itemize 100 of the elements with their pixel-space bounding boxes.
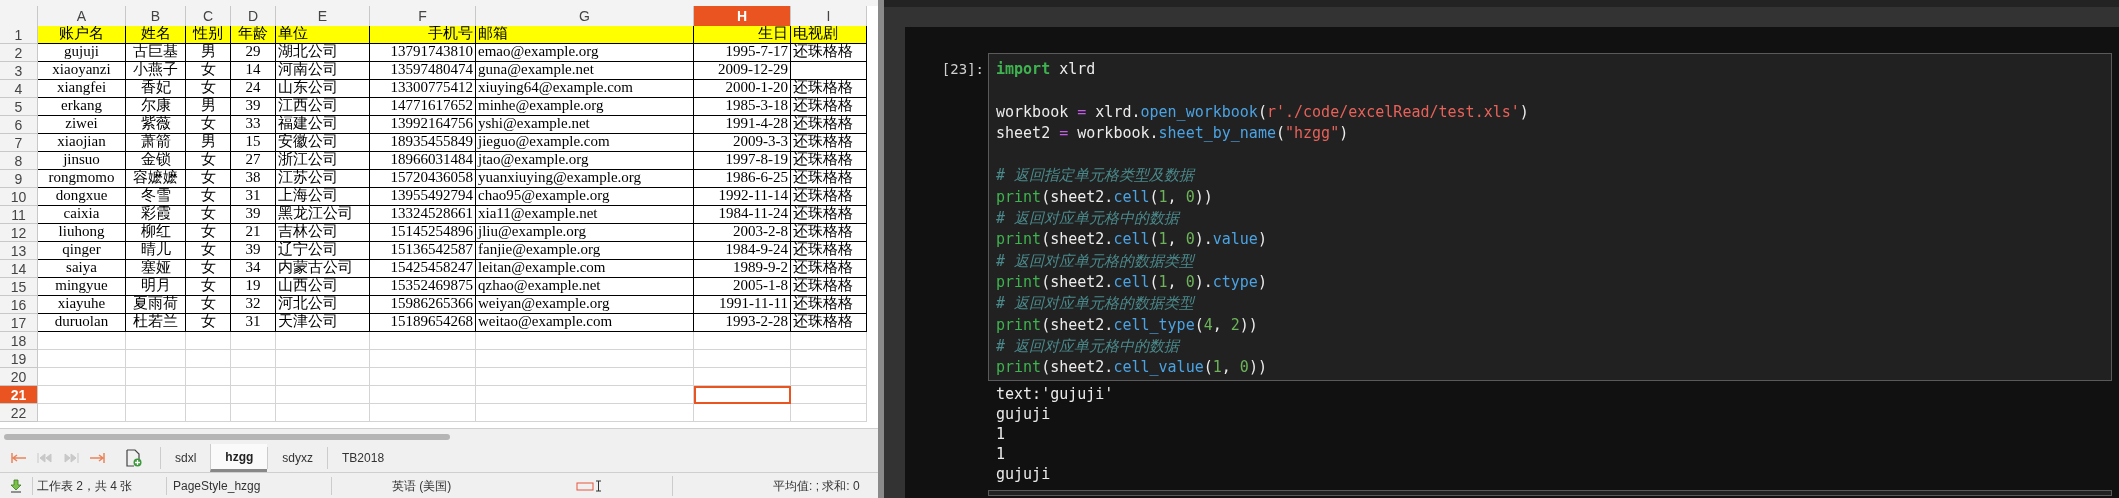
next-code-cell[interactable] <box>988 490 2112 496</box>
empty-cell <box>231 332 276 350</box>
row-header[interactable]: 3 <box>0 62 38 80</box>
empty-cell <box>126 368 186 386</box>
row-header[interactable]: 14 <box>0 260 38 278</box>
table-cell: 14 <box>231 62 276 80</box>
table-cell: 年龄 <box>231 26 276 44</box>
table-cell: xiayuhe <box>38 296 126 314</box>
empty-cell <box>186 350 231 368</box>
table-cell: 18935455849 <box>370 134 476 152</box>
table-cell: 39 <box>231 98 276 116</box>
row-header[interactable]: 21 <box>0 386 38 404</box>
table-cell: jtao@example.org <box>476 152 694 170</box>
row-header[interactable]: 6 <box>0 116 38 134</box>
selected-cell[interactable] <box>694 386 791 404</box>
last-sheet-icon[interactable] <box>88 452 106 464</box>
table-cell: 夏雨荷 <box>126 296 186 314</box>
table-cell: 江西公司 <box>276 98 370 116</box>
first-sheet-icon[interactable] <box>10 452 28 464</box>
selection-mode-icon[interactable] <box>576 479 602 492</box>
row-header[interactable]: 10 <box>0 188 38 206</box>
table-cell: 13955492794 <box>370 188 476 206</box>
page-style: PageStyle_hzgg <box>166 476 331 495</box>
table-cell: 1995-7-17 <box>694 44 791 62</box>
add-sheet-icon[interactable] <box>126 449 142 467</box>
empty-cell <box>231 350 276 368</box>
row-header[interactable]: 4 <box>0 80 38 98</box>
table-cell: 柳红 <box>126 224 186 242</box>
table-cell: 19 <box>231 278 276 296</box>
next-sheet-icon[interactable] <box>62 452 80 464</box>
output-line: 1 <box>996 444 1006 464</box>
code-line: print(sheet2.cell(1, 0).ctype) <box>996 271 1267 293</box>
table-cell: emao@example.org <box>476 44 694 62</box>
row-header[interactable]: 7 <box>0 134 38 152</box>
table-cell: 性别 <box>186 26 231 44</box>
row-header[interactable]: 19 <box>0 350 38 368</box>
table-cell: xiuying64@example.com <box>476 80 694 98</box>
table-cell: caixia <box>38 206 126 224</box>
table-cell: 女 <box>186 116 231 134</box>
row-header[interactable]: 16 <box>0 296 38 314</box>
table-cell: 彩霞 <box>126 206 186 224</box>
table-cell: 辽宁公司 <box>276 242 370 260</box>
table-cell: dongxue <box>38 188 126 206</box>
row-header[interactable]: 22 <box>0 404 38 422</box>
table-cell: 山东公司 <box>276 80 370 98</box>
row-header[interactable]: 1 <box>0 26 38 44</box>
sheet-tab[interactable]: sdyxz <box>267 447 328 469</box>
table-cell: 男 <box>186 98 231 116</box>
table-cell: 冬雪 <box>126 188 186 206</box>
table-cell: 内蒙古公司 <box>276 260 370 278</box>
table-cell: 15189654268 <box>370 314 476 332</box>
horizontal-scrollbar[interactable] <box>4 433 450 440</box>
table-cell: 男 <box>186 134 231 152</box>
table-cell: 39 <box>231 206 276 224</box>
table-cell: guna@example.net <box>476 62 694 80</box>
table-cell: duruolan <box>38 314 126 332</box>
table-cell: mingyue <box>38 278 126 296</box>
table-cell: 1991-4-28 <box>694 116 791 134</box>
table-cell: 15145254896 <box>370 224 476 242</box>
row-header[interactable]: 5 <box>0 98 38 116</box>
table-cell: 女 <box>186 242 231 260</box>
table-cell: 金锁 <box>126 152 186 170</box>
row-header[interactable]: 13 <box>0 242 38 260</box>
table-cell: 女 <box>186 206 231 224</box>
row-header[interactable]: 11 <box>0 206 38 224</box>
row-header[interactable]: 8 <box>0 152 38 170</box>
row-header[interactable]: 12 <box>0 224 38 242</box>
code-cell[interactable] <box>988 53 2112 381</box>
code-line: print(sheet2.cell_value(1, 0)) <box>996 357 1267 379</box>
table-cell: 女 <box>186 152 231 170</box>
previous-sheet-icon[interactable] <box>36 452 54 464</box>
table-cell: ziwei <box>38 116 126 134</box>
table-cell: 女 <box>186 296 231 314</box>
row-header[interactable]: 20 <box>0 368 38 386</box>
row-header[interactable]: 17 <box>0 314 38 332</box>
row-header[interactable]: 9 <box>0 170 38 188</box>
table-cell: 33 <box>231 116 276 134</box>
table-cell: 河北公司 <box>276 296 370 314</box>
row-header[interactable]: 2 <box>0 44 38 62</box>
row-header[interactable]: 18 <box>0 332 38 350</box>
download-arrow-icon[interactable] <box>10 478 22 493</box>
table-cell: 手机号 <box>370 26 476 44</box>
table-cell: 女 <box>186 170 231 188</box>
code-line: print(sheet2.cell_type(4, 2)) <box>996 314 1258 336</box>
table-cell: xiangfei <box>38 80 126 98</box>
table-cell: 1986-6-25 <box>694 170 791 188</box>
table-cell: 13324528661 <box>370 206 476 224</box>
code-line: sheet2 = workbook.sheet_by_name("hzgg") <box>996 122 1349 144</box>
row-header[interactable]: 15 <box>0 278 38 296</box>
table-cell: 29 <box>231 44 276 62</box>
sheet-tab[interactable]: TB2018 <box>327 447 399 469</box>
table-cell: leitan@example.com <box>476 260 694 278</box>
code-line: # 返回对应单元格的数据类型 <box>996 293 1195 315</box>
sheet-tab[interactable]: hzgg <box>210 444 268 472</box>
table-cell: 1993-2-28 <box>694 314 791 332</box>
table-cell: 14771617652 <box>370 98 476 116</box>
output-line: gujuji <box>996 464 1051 484</box>
table-cell: 紫薇 <box>126 116 186 134</box>
table-cell: 古巨基 <box>126 44 186 62</box>
table-cell: 13597480474 <box>370 62 476 80</box>
